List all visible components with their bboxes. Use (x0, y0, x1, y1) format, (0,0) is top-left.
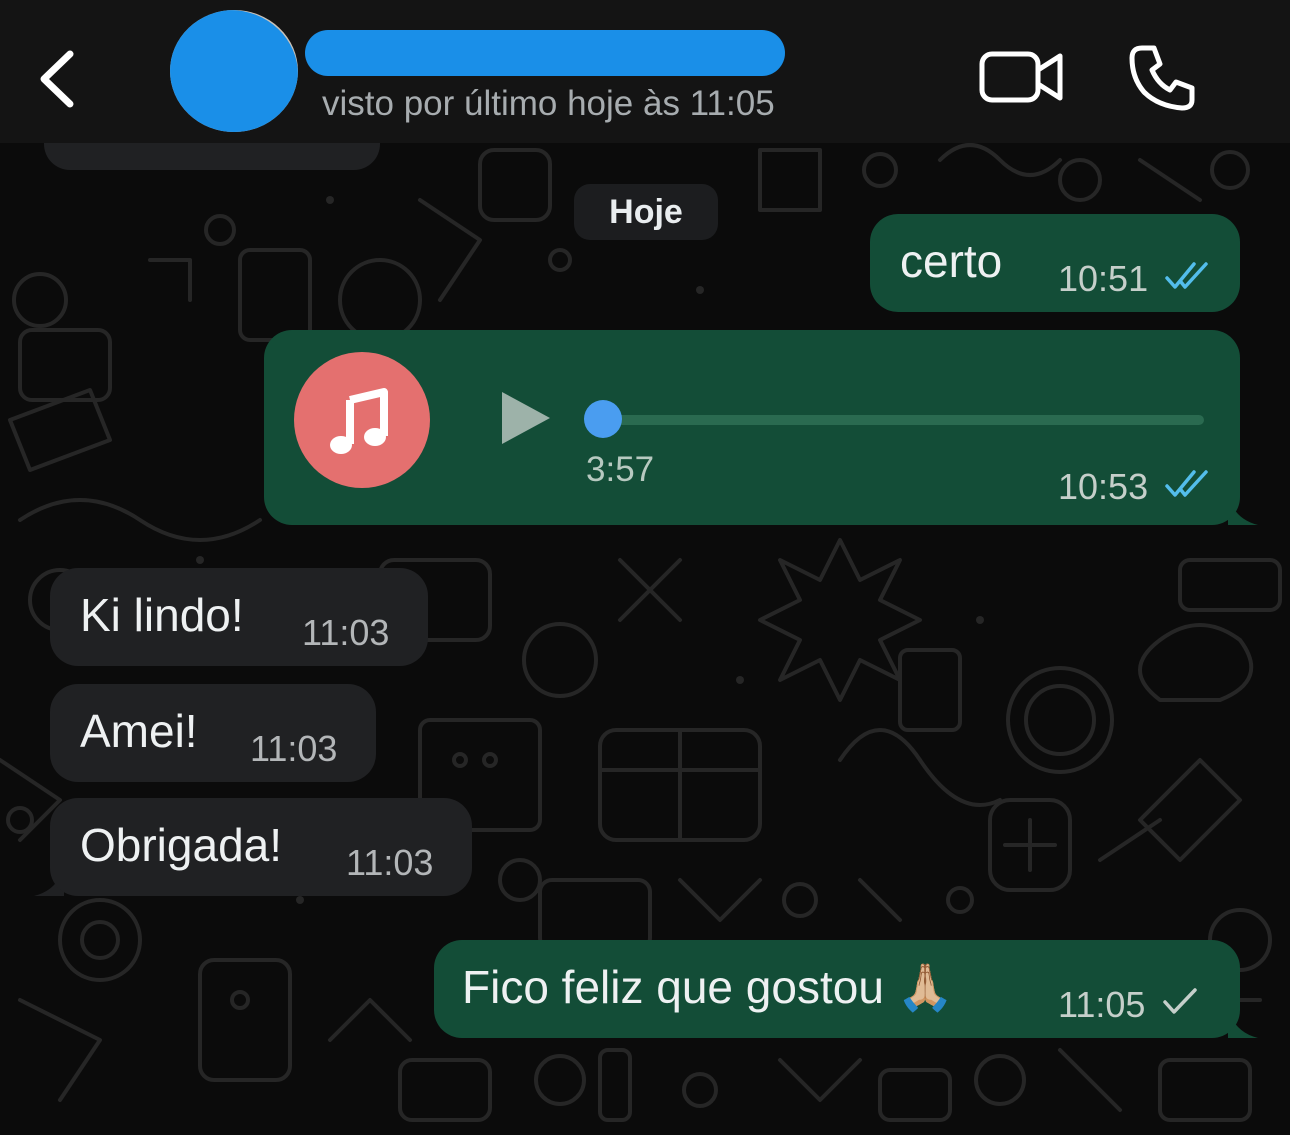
music-note-icon (294, 352, 430, 488)
message-time: 10:51 (1058, 258, 1149, 299)
message-text: Amei! (80, 705, 198, 757)
message-time: 11:05 (1058, 984, 1146, 1025)
incoming-message-bubble[interactable]: Amei! 11:03 (50, 684, 376, 782)
message-text: Ki lindo! (80, 589, 244, 641)
play-icon[interactable] (500, 390, 552, 446)
message-time: 11:03 (302, 612, 390, 653)
message-time: 11:03 (346, 842, 434, 883)
message-text: Fico feliz que gostou 🙏🏼 (462, 961, 954, 1013)
outgoing-message-bubble[interactable]: Fico feliz que gostou 🙏🏼 11:05 (434, 940, 1240, 1038)
video-camera-icon[interactable] (978, 46, 1064, 108)
outgoing-audio-message[interactable]: 3:57 10:53 (264, 330, 1240, 525)
message-text: Obrigada! (80, 819, 283, 871)
audio-progress-track[interactable] (602, 415, 1204, 425)
date-separator: Hoje (574, 184, 718, 240)
message-time: 11:03 (250, 728, 338, 769)
incoming-message-bubble[interactable]: Ki lindo! 11:03 (50, 568, 428, 666)
double-check-read-icon (1165, 470, 1208, 497)
message-time: 10:53 (1058, 466, 1149, 507)
contact-name-redacted[interactable] (305, 30, 785, 76)
double-check-read-icon (1165, 262, 1208, 289)
avatar[interactable] (170, 10, 298, 132)
redaction-blot (170, 10, 298, 132)
audio-duration: 3:57 (586, 450, 655, 489)
audio-progress-knob[interactable] (584, 400, 622, 438)
incoming-message-bubble[interactable]: Obrigada! 11:03 (50, 798, 472, 896)
chevron-left-icon[interactable] (34, 48, 82, 110)
message-text: certo (900, 235, 1003, 287)
outgoing-message-bubble[interactable]: certo 10:51 (870, 214, 1240, 312)
phone-icon[interactable] (1128, 42, 1198, 112)
chat-header: visto por último hoje às 11:05 (0, 0, 1290, 143)
last-seen-status: visto por último hoje às 11:05 (322, 84, 775, 123)
single-check-sent-icon (1163, 988, 1197, 1014)
